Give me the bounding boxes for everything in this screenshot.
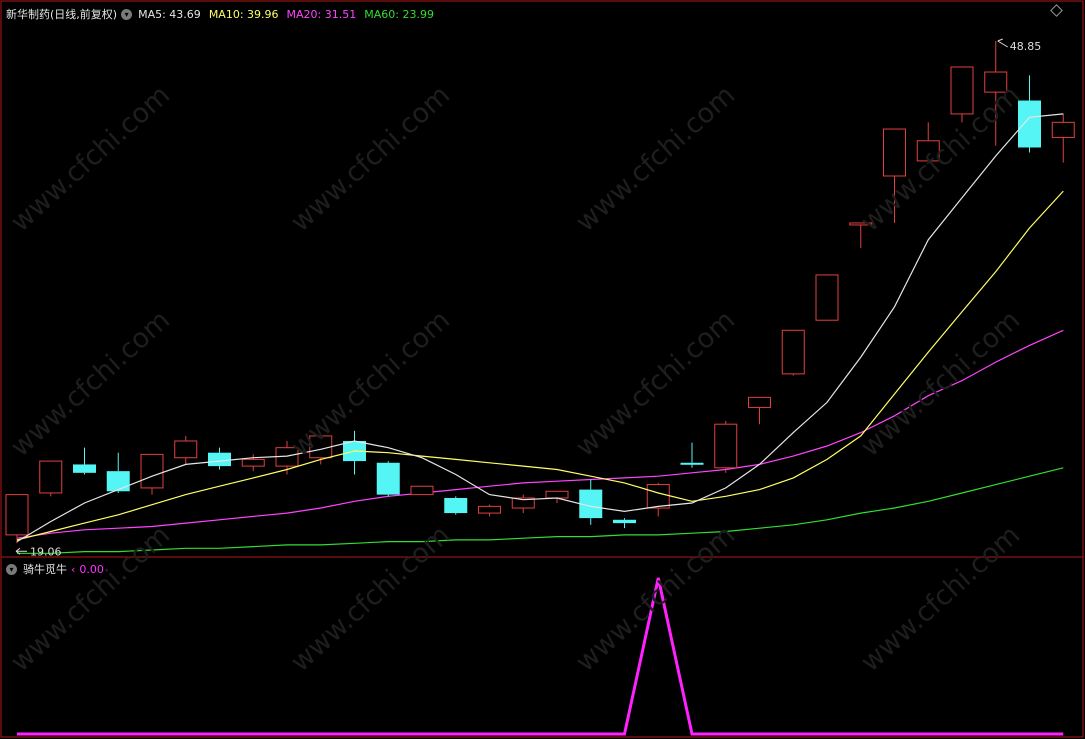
candle-body xyxy=(815,274,839,321)
chart-title: 新华制药(日线,前复权) xyxy=(6,8,118,21)
candlestick xyxy=(1051,113,1075,163)
ma60-label: MA60: 23.99 xyxy=(364,7,434,21)
candlestick xyxy=(613,518,636,529)
candlestick xyxy=(883,128,906,223)
candle-body xyxy=(984,71,1008,93)
candle-body xyxy=(410,485,434,496)
candlestick xyxy=(208,447,231,470)
candlestick xyxy=(140,453,164,495)
candlestick xyxy=(849,222,873,249)
candlestick xyxy=(478,504,501,517)
candlestick xyxy=(714,420,738,473)
candlestick xyxy=(410,485,434,496)
chart-frame xyxy=(0,0,1084,738)
high-price-label: 48.85 xyxy=(1010,40,1042,53)
candlestick xyxy=(309,435,333,465)
chart-header: 新华制药(日线,前复权) ▾ MA5: 43.69 MA10: 39.96 MA… xyxy=(6,6,434,22)
candle-body xyxy=(748,396,771,408)
candle-body xyxy=(781,329,805,375)
candle-body xyxy=(883,128,906,177)
candlestick xyxy=(545,490,569,504)
ma5-line xyxy=(16,113,1064,543)
candle-body xyxy=(545,490,569,499)
stock-chart[interactable]: 48.85 19.06 xyxy=(0,0,1085,739)
candle-body xyxy=(849,222,873,226)
ma10-line xyxy=(16,190,1064,541)
ma20-label: MA20: 31.51 xyxy=(286,7,357,21)
settings-dropdown-icon[interactable]: ▾ xyxy=(121,8,133,20)
candle-body xyxy=(241,458,265,467)
candlestick xyxy=(73,447,96,475)
candle-body xyxy=(376,462,400,495)
indicator-title: 骑牛觅牛 xyxy=(23,563,67,576)
candlestick xyxy=(5,494,29,544)
candlestick xyxy=(748,396,771,425)
candlestick xyxy=(781,329,805,376)
indicator-header: ▾ 骑牛觅牛 ‹ 0.00 xyxy=(6,561,104,577)
candlestick xyxy=(39,460,63,497)
candlestick xyxy=(579,479,603,525)
candle-body xyxy=(39,460,63,494)
candlestick xyxy=(916,122,940,162)
candlestick xyxy=(174,435,198,465)
candlestick xyxy=(984,40,1008,146)
candle-body xyxy=(680,462,704,465)
candlestick xyxy=(376,461,400,497)
candle-body xyxy=(714,423,738,469)
ma20-line xyxy=(16,329,1064,539)
candlestick xyxy=(1018,75,1041,153)
candlestick xyxy=(511,494,535,514)
candle-body xyxy=(646,484,670,509)
candle-body xyxy=(950,66,974,115)
candle-body xyxy=(208,452,231,467)
candle-body xyxy=(613,519,636,524)
candlestick xyxy=(444,496,468,515)
ma5-label: MA5: 43.69 xyxy=(138,7,201,21)
candle-body xyxy=(73,464,96,473)
ma10-label: MA10: 39.96 xyxy=(208,7,279,21)
candlestick xyxy=(680,442,704,468)
candle-body xyxy=(444,497,468,514)
candle-body xyxy=(140,453,164,489)
candlestick xyxy=(646,482,670,517)
ma60-line xyxy=(17,467,1064,554)
candle-body xyxy=(1051,121,1075,138)
high-arrow-icon xyxy=(997,38,1009,48)
candle-body xyxy=(1018,100,1041,148)
candlestick xyxy=(815,274,839,321)
candle-body xyxy=(478,505,501,514)
candle-body xyxy=(174,440,198,459)
indicator-line xyxy=(17,577,1064,736)
low-price-label: 19.06 xyxy=(30,545,62,558)
indicator-separator-icon: ‹ xyxy=(71,562,76,576)
candle-body xyxy=(916,140,940,162)
indicator-value: 0.00 xyxy=(79,562,104,576)
candlestick xyxy=(950,66,974,123)
indicator-dropdown-icon[interactable]: ▾ xyxy=(6,563,17,575)
candle-body xyxy=(5,494,29,536)
candle-body xyxy=(106,471,130,492)
